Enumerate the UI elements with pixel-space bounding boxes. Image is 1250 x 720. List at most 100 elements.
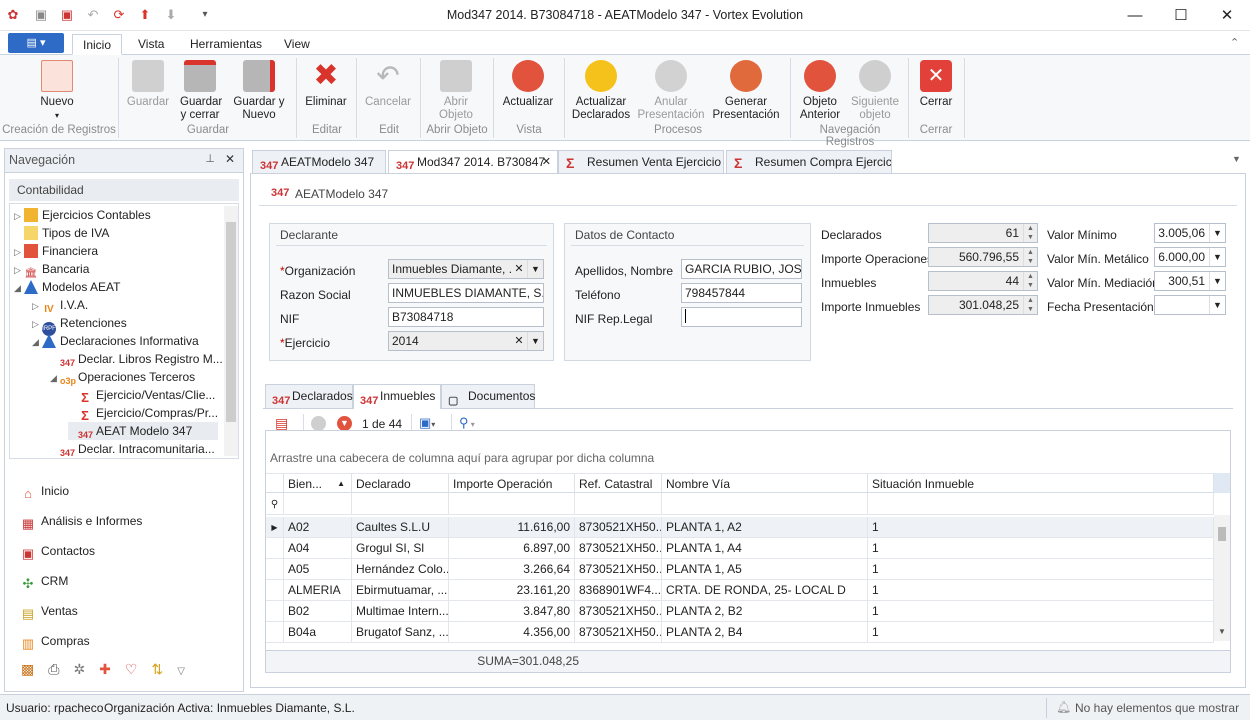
nav-module-ventas[interactable]: ▤ Ventas <box>19 600 78 622</box>
tree-item-compras-proveedores[interactable]: Σ Ejercicio/Compras/Pr... <box>68 404 218 423</box>
nav-module-analisis[interactable]: ▦ Análisis e Informes <box>19 510 143 532</box>
tree-item-financiera[interactable]: ▷ Financiera <box>14 242 98 260</box>
fecha-presentacion-field[interactable]: ▼ <box>1154 295 1226 315</box>
box-icon[interactable]: ▩ <box>21 661 48 677</box>
chevron-down-icon[interactable]: ▼ <box>527 332 543 350</box>
table-cell[interactable]: PLANTA 1, A2 <box>662 517 868 538</box>
razon-social-field[interactable]: INMUEBLES DIAMANTE, S.L. <box>388 283 544 303</box>
table-cell[interactable]: ALMERIA <box>284 580 352 601</box>
tree-item-retenciones[interactable]: ▷ IRPF Retenciones <box>32 314 127 336</box>
anular-presentacion-button[interactable]: Anular Presentación <box>636 58 706 122</box>
chevron-down-icon[interactable]: ▼ <box>1209 296 1225 314</box>
spin-icon[interactable]: ▲ ▼ <box>1023 272 1037 290</box>
tree-item-aeat-modelo-347[interactable]: 347 AEAT Modelo 347 <box>68 422 218 440</box>
nav-module-contactos[interactable]: ▣ Contactos <box>19 540 95 562</box>
doc-tab-aeatmodelo[interactable]: 347 AEATModelo 347 <box>252 150 386 173</box>
tree-item-bancaria[interactable]: ▷ 🏛 Bancaria <box>14 260 89 279</box>
actualizar-declarados-button[interactable]: Actualizar Declarados <box>570 58 632 122</box>
column-header-nombre-via[interactable]: Nombre Vía <box>662 474 868 494</box>
doc-tab-mod347[interactable]: 347 Mod347 2014. B730847 ✕ <box>388 150 558 174</box>
filter-cell[interactable] <box>449 494 575 515</box>
chevron-down-icon[interactable]: ▼ <box>527 260 543 278</box>
valor-metalico-field[interactable]: 6.000,00 ▼ <box>1154 247 1226 267</box>
app-menu-button[interactable]: ▤ ▾ <box>8 33 64 53</box>
table-cell[interactable]: B04a <box>284 622 352 643</box>
plus-icon[interactable]: ✚ <box>99 661 125 677</box>
table-cell[interactable]: CRTA. DE RONDA, 25- LOCAL D <box>662 580 868 601</box>
table-cell[interactable]: Hernández Colo... <box>352 559 449 580</box>
table-cell[interactable]: 1 <box>868 580 1214 601</box>
doc-tab-resumen-venta[interactable]: Σ Resumen Venta Ejercicio <box>558 150 724 173</box>
table-cell[interactable]: Caultes S.L.U <box>352 517 449 538</box>
tab-list-dropdown-icon[interactable]: ▼ <box>1232 154 1241 164</box>
tools-icon[interactable]: ⇅ <box>151 661 177 677</box>
table-row[interactable]: ALMERIA Ebirmutuamar, ... 23.161,20 8368901… <box>266 580 1214 601</box>
table-cell[interactable]: PLANTA 1, A4 <box>662 538 868 559</box>
tab-herramientas[interactable]: Herramientas <box>180 34 272 55</box>
close-window-button[interactable]: ✕ <box>1204 0 1250 31</box>
table-row[interactable]: ▶ A02 Caultes S.L.U 11.616,00 8730521XH50...… <box>266 517 1214 538</box>
filter-cell[interactable] <box>868 494 1214 515</box>
table-cell[interactable]: 3.266,64 <box>449 559 575 580</box>
filter-cell[interactable] <box>575 494 662 515</box>
nif-field[interactable]: B73084718 <box>388 307 544 327</box>
nav-module-inicio[interactable]: ⌂ Inicio <box>19 480 69 502</box>
guardar-button[interactable]: Guardar <box>124 58 172 122</box>
declarados-field[interactable]: 61 ▲ ▼ <box>928 223 1038 243</box>
table-cell[interactable]: 8730521XH50... <box>575 559 662 580</box>
tree-item-modelos-aeat[interactable]: ◢ Modelos AEAT <box>14 278 120 296</box>
table-cell[interactable]: 1 <box>868 517 1214 538</box>
tree-item-operaciones-terceros[interactable]: ◢ o3p Operaciones Terceros <box>50 368 195 386</box>
importe-inm-field[interactable]: 301.048,25 ▲ ▼ <box>928 295 1038 315</box>
close-icon[interactable]: ✕ <box>225 152 235 166</box>
table-cell[interactable]: 1 <box>868 622 1214 643</box>
close-tab-icon[interactable]: ✕ <box>542 151 551 173</box>
table-cell[interactable]: Brugatof Sanz, ... <box>352 622 449 643</box>
column-header-declarado[interactable]: Declarado <box>352 474 449 494</box>
table-cell[interactable]: A05 <box>284 559 352 580</box>
table-cell[interactable]: PLANTA 1, A5 <box>662 559 868 580</box>
tree-item-iva[interactable]: ▷ IV I.V.A. <box>32 296 88 315</box>
save-layout-icon[interactable]: ▣▾ <box>419 415 435 431</box>
table-row[interactable]: A04 Grogul SI, Sl 6.897,00 8730521XH50... PL… <box>266 538 1214 559</box>
scroll-thumb[interactable] <box>226 222 236 422</box>
table-cell[interactable]: 6.897,00 <box>449 538 575 559</box>
objeto-anterior-button[interactable]: Objeto Anterior <box>796 58 844 122</box>
ejercicio-lookup[interactable]: 2014 ✕ ▼ <box>388 331 544 351</box>
scroll-thumb[interactable] <box>1218 527 1226 541</box>
find-icon[interactable]: ⚲ ▾ <box>459 415 475 431</box>
column-header-importe[interactable]: Importe Operación <box>449 474 575 494</box>
tree-scrollbar[interactable] <box>224 206 238 456</box>
inner-tab-declarados[interactable]: 347 Declarados <box>265 384 353 408</box>
table-cell[interactable]: 3.847,80 <box>449 601 575 622</box>
nav-module-crm[interactable]: ✣ CRM <box>19 570 69 592</box>
column-header-situacion[interactable]: Situación Inmueble <box>868 474 1214 494</box>
tree-item-ejercicios[interactable]: ▷ Ejercicios Contables <box>14 206 151 224</box>
chevron-down-icon[interactable]: ▼ <box>1209 224 1225 242</box>
grid-scrollbar[interactable]: ▼ <box>1214 515 1230 641</box>
table-row[interactable]: B02 Multimae Intern... 3.847,80 8730521XH50… <box>266 601 1214 622</box>
siguiente-objeto-button[interactable]: Siguiente objeto <box>848 58 902 122</box>
valor-min-field[interactable]: 3.005,06 ▼ <box>1154 223 1226 243</box>
tab-vista[interactable]: Vista <box>128 34 174 55</box>
spin-icon[interactable]: ▲ ▼ <box>1023 224 1037 242</box>
collapse-ribbon-icon[interactable]: ⌃ <box>1230 36 1239 49</box>
table-cell[interactable]: PLANTA 2, B4 <box>662 622 868 643</box>
organizacion-lookup[interactable]: Inmuebles Diamante, ... ✕ ▼ <box>388 259 544 279</box>
tree-item-ventas-clientes[interactable]: Σ Ejercicio/Ventas/Clie... <box>68 386 215 405</box>
spin-icon[interactable]: ▲ ▼ <box>1023 296 1037 314</box>
table-cell[interactable]: Ebirmutuamar, ... <box>352 580 449 601</box>
previous-record-icon[interactable] <box>311 416 326 431</box>
tree-item-intracomunitaria[interactable]: 347 Declar. Intracomunitaria... <box>50 440 215 458</box>
table-cell[interactable]: 8368901WF4... <box>575 580 662 601</box>
spin-icon[interactable]: ▲ ▼ <box>1023 248 1037 266</box>
minimize-button[interactable]: — <box>1112 0 1158 31</box>
tree-item-libros-registro[interactable]: 347 Declar. Libros Registro M... <box>50 350 223 368</box>
cerrar-button[interactable]: ✕ Cerrar <box>914 58 958 122</box>
nif-rep-field[interactable] <box>681 307 802 327</box>
filter-cell[interactable] <box>284 494 352 515</box>
scroll-down-icon[interactable]: ▼ <box>1218 627 1226 636</box>
pin-icon[interactable]: ⊥ <box>205 152 215 165</box>
guardar-cerrar-button[interactable]: Guardar y cerrar <box>174 58 226 122</box>
table-cell[interactable]: 1 <box>868 559 1214 580</box>
